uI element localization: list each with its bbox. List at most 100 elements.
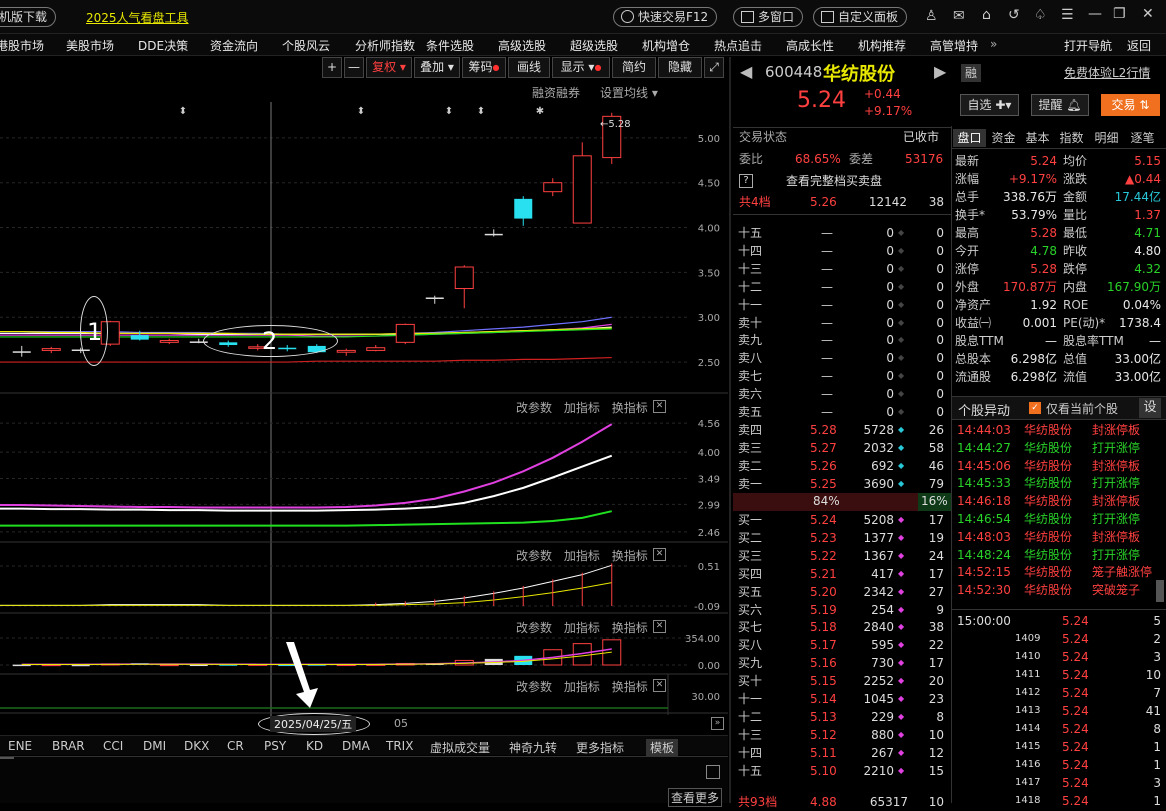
menu-condition[interactable]: 条件选股 [426, 37, 474, 54]
minimize-icon[interactable]: — [1088, 6, 1102, 22]
trade-button[interactable]: 交易 ⇅ [1101, 94, 1160, 116]
panel1-params-button[interactable]: 改参数 [516, 401, 552, 415]
fullscreen-icon[interactable]: ⤢ [704, 57, 724, 78]
alert-item[interactable]: 14:45:33 华纺股份 打开涨停 [955, 474, 1165, 492]
tab-dmi[interactable]: DMI [143, 739, 166, 753]
scroll-handle[interactable] [0, 757, 14, 759]
sell-level-2[interactable]: 十四 — 0 ◆ 0 [738, 242, 946, 260]
buy-level-6[interactable]: 买六 5.19 254 ◆ 9 [738, 601, 946, 619]
panel2-swap-button[interactable]: 换指标 [612, 549, 648, 563]
sell-level-5[interactable]: 十一 — 0 ◆ 0 [738, 296, 946, 314]
tab-more-indicators[interactable]: 更多指标 [576, 739, 624, 756]
buy-level-10[interactable]: 买十 5.15 2252 ◆ 20 [738, 672, 946, 690]
sell-level-3[interactable]: 十三 — 0 ◆ 0 [738, 260, 946, 278]
buy-level-1[interactable]: 买一 5.24 5208 ◆ 17 [738, 511, 946, 529]
tab-template[interactable]: 模板 [646, 739, 679, 756]
tab-cr[interactable]: CR [227, 739, 244, 753]
multi-window-button[interactable]: 多窗口 [733, 7, 804, 27]
zoom-in-button[interactable]: + [322, 57, 342, 78]
shirt-icon[interactable]: ♤ [1034, 7, 1047, 23]
panel4-swap-button[interactable]: 换指标 [612, 680, 648, 694]
full-depth-link[interactable]: 查看完整档买卖盘 [786, 172, 882, 190]
sell-level-9[interactable]: 卖七 — 0 ◆ 0 [738, 367, 946, 385]
tab-brar[interactable]: BRAR [52, 739, 85, 753]
promo-link[interactable]: 2025人气看盘工具 [86, 9, 189, 26]
alert-button[interactable]: 提醒 🔔︎ [1031, 94, 1089, 116]
tab-virtual-volume[interactable]: 虚拟成交量 [430, 739, 490, 756]
buy-level-12[interactable]: 十二 5.13 229 ◆ 8 [738, 708, 946, 726]
panel2-params-button[interactable]: 改参数 [516, 549, 552, 563]
tab-cci[interactable]: CCI [103, 739, 123, 753]
close-icon[interactable]: ✕ [1142, 6, 1154, 22]
restore-icon[interactable]: ❐ [1113, 6, 1126, 22]
menu-advanced[interactable]: 高级选股 [498, 37, 546, 54]
menu-inst-rec[interactable]: 机构推荐 [858, 37, 906, 54]
alert-item[interactable]: 14:46:54 华纺股份 打开涨停 [955, 510, 1165, 528]
alert-item[interactable]: 14:45:06 华纺股份 封涨停板 [955, 457, 1165, 475]
add-watchlist-button[interactable]: 自选 ✚▾ [960, 94, 1019, 116]
menu-fund-flow[interactable]: 资金流向 [210, 37, 258, 54]
panel4-close-icon[interactable]: ✕ [653, 679, 666, 692]
buy-level-13[interactable]: 十三 5.12 880 ◆ 10 [738, 726, 946, 744]
menu-us[interactable]: 美股市场 [66, 37, 114, 54]
buy-level-11[interactable]: 十一 5.14 1045 ◆ 23 [738, 690, 946, 708]
panel-minimize-icon[interactable] [706, 765, 720, 779]
alerts-scrollbar[interactable] [1156, 580, 1164, 602]
alert-item[interactable]: 14:52:30 华纺股份 突破笼子 [955, 581, 1165, 599]
home-icon[interactable]: ⌂ [982, 7, 991, 23]
sell-level-4[interactable]: 十二 — 0 ◆ 0 [738, 278, 946, 296]
menu-hotspot[interactable]: 热点追击 [714, 37, 762, 54]
overlay-button[interactable]: 叠加 ▾ [414, 57, 460, 78]
menu-analyst[interactable]: 分析师指数 [355, 37, 415, 54]
panel1-swap-button[interactable]: 换指标 [612, 401, 648, 415]
tab-basic[interactable]: 基本 [1021, 129, 1054, 147]
alerts-settings-button[interactable]: 设 [1139, 398, 1161, 418]
sell-level-13[interactable]: 卖三 5.27 2032 ◆ 58 [738, 439, 946, 457]
menu-more-icon[interactable]: » [990, 37, 997, 51]
panel4-add-button[interactable]: 加指标 [564, 680, 600, 694]
sell-level-7[interactable]: 卖九 — 0 ◆ 0 [738, 331, 946, 349]
panel2-close-icon[interactable]: ✕ [653, 548, 666, 561]
tab-trix[interactable]: TRIX [386, 739, 413, 753]
view-more-button-left[interactable]: 查看更多 [668, 788, 723, 807]
fuquan-button[interactable]: 复权 ▾ [366, 57, 412, 78]
only-current-checkbox[interactable]: ✓ [1029, 402, 1041, 414]
hide-button[interactable]: 隐藏 [658, 57, 702, 78]
tab-magic-nine[interactable]: 神奇九转 [509, 739, 557, 756]
buy-level-5[interactable]: 买五 5.20 2342 ◆ 27 [738, 583, 946, 601]
tab-kd[interactable]: KD [306, 739, 323, 753]
tab-detail[interactable]: 明细 [1089, 129, 1124, 147]
panel2-add-button[interactable]: 加指标 [564, 549, 600, 563]
buy-level-9[interactable]: 买九 5.16 730 ◆ 17 [738, 654, 946, 672]
tab-funds[interactable]: 资金 [987, 129, 1020, 147]
alert-item[interactable]: 14:44:27 华纺股份 打开涨停 [955, 439, 1165, 457]
chips-button[interactable]: 筹码● [462, 57, 506, 78]
prev-stock-icon[interactable]: ◀ [740, 62, 752, 81]
tab-psy[interactable]: PSY [264, 739, 286, 753]
sell-level-11[interactable]: 卖五 — 0 ◆ 0 [738, 403, 946, 421]
sell-level-12[interactable]: 卖四 5.28 5728 ◆ 26 [738, 421, 946, 439]
alert-item[interactable]: 14:48:24 华纺股份 打开涨停 [955, 546, 1165, 564]
menu-stock-risk[interactable]: 个股风云 [282, 37, 330, 54]
next-stock-icon[interactable]: ▶ [934, 62, 946, 81]
menu-back[interactable]: 返回 [1127, 37, 1151, 54]
simple-button[interactable]: 简约 [612, 57, 656, 78]
sell-level-10[interactable]: 卖六 — 0 ◆ 0 [738, 385, 946, 403]
menu-hk[interactable]: 港股市场 [0, 37, 44, 54]
tab-dkx[interactable]: DKX [184, 739, 209, 753]
panel3-add-button[interactable]: 加指标 [564, 621, 600, 635]
scroll-right-icon[interactable]: » [711, 717, 724, 730]
panel4-params-button[interactable]: 改参数 [516, 680, 552, 694]
alert-item[interactable]: 14:46:18 华纺股份 封涨停板 [955, 492, 1165, 510]
buy-level-4[interactable]: 买四 5.21 417 ◆ 17 [738, 565, 946, 583]
buy-level-15[interactable]: 十五 5.10 2210 ◆ 15 [738, 762, 946, 780]
zoom-out-button[interactable]: — [344, 57, 364, 78]
display-button[interactable]: 显示 ▾● [552, 57, 610, 78]
menu-exec-add[interactable]: 高管增持 [930, 37, 978, 54]
menu-inst-add[interactable]: 机构增仓 [642, 37, 690, 54]
tab-index[interactable]: 指数 [1055, 129, 1088, 147]
sell-level-6[interactable]: 卖十 — 0 ◆ 0 [738, 314, 946, 332]
sell-level-8[interactable]: 卖八 — 0 ◆ 0 [738, 349, 946, 367]
panel3-params-button[interactable]: 改参数 [516, 621, 552, 635]
menu-icon[interactable]: ☰ [1061, 7, 1074, 23]
